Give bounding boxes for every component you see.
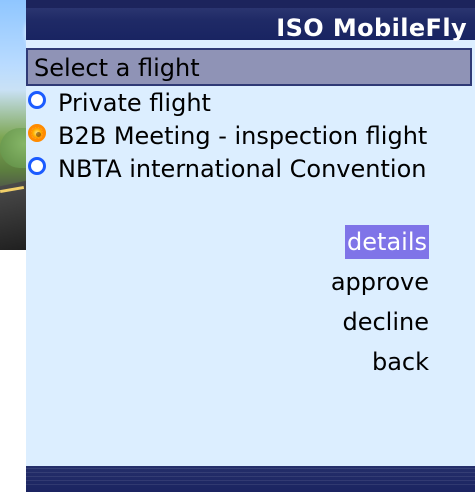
bottom-bar-stripes (26, 468, 475, 486)
screen: ISO MobileFly Select a flight Private fl… (0, 0, 475, 492)
menu-item-decline[interactable]: decline (342, 305, 429, 339)
radio-unselected-icon[interactable] (28, 91, 46, 109)
flight-label: Private flight (58, 89, 211, 117)
left-edge (0, 250, 26, 466)
flight-option[interactable]: Private flight (26, 86, 475, 120)
bottom-bar (26, 466, 475, 492)
flight-label: NBTA international Convention (58, 155, 427, 183)
title-bar: ISO MobileFly (26, 0, 475, 42)
radio-unselected-icon[interactable] (28, 157, 46, 175)
app-title: ISO MobileFly (276, 14, 467, 42)
flight-list: Private flight B2B Meeting - inspection … (26, 86, 475, 196)
flight-label: B2B Meeting - inspection flight (58, 122, 428, 150)
section-header: Select a flight (26, 48, 472, 86)
menu-item-approve[interactable]: approve (331, 265, 429, 299)
action-menu: details approve decline back (209, 225, 429, 385)
app-window: ISO MobileFly Select a flight Private fl… (26, 0, 475, 492)
flight-option[interactable]: NBTA international Convention (26, 152, 475, 186)
menu-item-details[interactable]: details (345, 225, 429, 259)
section-title: Select a flight (34, 54, 200, 82)
menu-item-back[interactable]: back (372, 345, 429, 379)
flight-option[interactable]: B2B Meeting - inspection flight (26, 119, 475, 153)
radio-selected-icon[interactable] (28, 124, 46, 142)
